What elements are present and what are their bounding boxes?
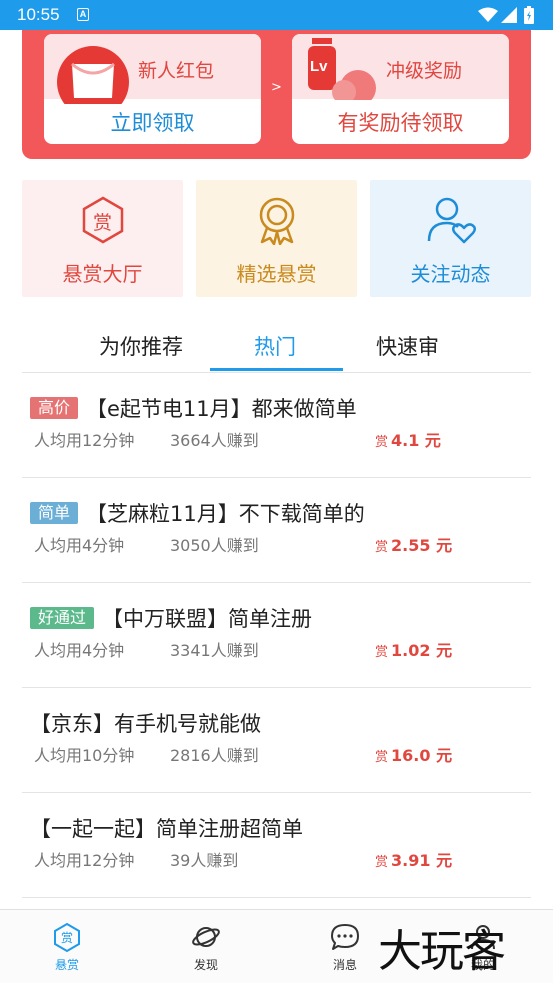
reward-hall-tile[interactable]: 赏 悬赏大厅 [22, 180, 183, 297]
task-avg-time: 人均用12分钟 [34, 431, 135, 450]
task-reward: 赏 3.91 元 [375, 847, 452, 871]
reward-prefix: 赏 [375, 435, 389, 450]
task-reward: 赏 1.02 元 [375, 637, 452, 661]
reward-prefix: 赏 [375, 645, 389, 660]
reward-hall-label: 悬赏大厅 [62, 262, 143, 286]
status-bar: 10:55 A [0, 0, 553, 30]
task-row[interactable]: 高价 【e起节电11月】都来做简单人均用12分钟 3664人赚到 赏 4.1 元 [22, 373, 531, 478]
claim-now-link[interactable]: 立即领取 [44, 107, 261, 137]
reward-prefix: 赏 [375, 855, 389, 870]
task-reward: 赏 16.0 元 [375, 742, 452, 766]
task-title: 【一起一起】简单注册超简单 [30, 817, 303, 841]
status-time: 10:55 [17, 5, 60, 24]
task-earned-count: 3664人赚到 [170, 431, 259, 450]
reward-amount: 2.55 元 [391, 536, 453, 555]
task-badge: 好通过 [30, 607, 95, 629]
task-row[interactable]: 【京东】有手机号就能做人均用10分钟 2816人赚到 赏 16.0 元 [22, 688, 531, 793]
task-earned-count: 3050人赚到 [170, 536, 259, 555]
level-up-reward-title: 冲级奖励 [386, 60, 463, 82]
task-row[interactable]: 【一起一起】简单注册超简单人均用12分钟 39人赚到 赏 3.91 元 [22, 793, 531, 898]
nav-discover-label: 发现 [193, 958, 218, 972]
task-earned-count: 3341人赚到 [170, 641, 259, 660]
new-user-redpacket-title: 新人红包 [138, 60, 215, 82]
task-title: 【京东】有手机号就能做 [30, 712, 261, 736]
active-tab-indicator [210, 368, 343, 371]
reward-amount: 3.91 元 [391, 851, 453, 870]
chat-bubble-icon [331, 924, 359, 950]
planet-icon [192, 927, 220, 947]
level-up-reward-card[interactable]: Lv 冲级奖励 有奖励待领取 [292, 34, 509, 144]
reward-amount: 16.0 元 [391, 746, 453, 765]
tab-fast-review[interactable]: 快速审 [376, 331, 439, 361]
reward-prefix: 赏 [375, 750, 389, 765]
tab-recommended[interactable]: 为你推荐 [99, 331, 183, 361]
task-row[interactable]: 简单 【芝麻粒11月】不下载简单的人均用4分钟 3050人赚到 赏 2.55 元 [22, 478, 531, 583]
nav-discover[interactable]: 发现 [151, 910, 261, 984]
reward-banner: 新人红包 立即领取 > Lv 冲级奖励 有奖励待领取 [22, 30, 531, 159]
follow-updates-label: 关注动态 [410, 262, 491, 286]
reward-amount: 1.02 元 [391, 641, 453, 660]
tab-hot[interactable]: 热门 [254, 331, 296, 361]
pending-reward-link[interactable]: 有奖励待领取 [292, 107, 509, 137]
task-avg-time: 人均用10分钟 [34, 746, 135, 765]
redpacket-icon [57, 46, 129, 104]
chevron-right-icon: > [271, 80, 282, 95]
task-badge: 简单 [30, 502, 79, 524]
task-earned-count: 39人赚到 [170, 851, 239, 870]
task-reward: 赏 4.1 元 [375, 427, 441, 451]
task-avg-time: 人均用12分钟 [34, 851, 135, 870]
task-reward: 赏 2.55 元 [375, 532, 452, 556]
nav-reward-label: 悬赏 [54, 958, 79, 972]
task-tabs: 为你推荐 热门 快速审 [22, 325, 531, 373]
task-row[interactable]: 好通过 【中万联盟】简单注册人均用4分钟 3341人赚到 赏 1.02 元 [22, 583, 531, 688]
featured-rewards-label: 精选悬赏 [236, 262, 317, 286]
reward-amount: 4.1 元 [391, 431, 441, 450]
battery-icon [524, 6, 534, 24]
medal-icon [259, 197, 295, 245]
reward-icon-text: 赏 [60, 931, 73, 945]
follow-user-icon [427, 197, 476, 244]
task-badge: 高价 [30, 397, 79, 419]
level-badge-text: Lv [310, 58, 328, 75]
task-avg-time: 人均用4分钟 [34, 536, 125, 555]
task-title: 【中万联盟】简单注册 [102, 607, 313, 631]
task-avg-time: 人均用4分钟 [34, 641, 125, 660]
task-title: 【芝麻粒11月】不下载简单的 [86, 502, 365, 526]
reward-hall-icon-text: 赏 [92, 212, 112, 234]
featured-rewards-tile[interactable]: 精选悬赏 [196, 180, 357, 297]
task-earned-count: 2816人赚到 [170, 746, 259, 765]
follow-updates-tile[interactable]: 关注动态 [370, 180, 531, 297]
new-user-redpacket-card[interactable]: 新人红包 立即领取 [44, 34, 261, 144]
sim-icon: A [77, 8, 89, 21]
wifi-icon [478, 7, 498, 22]
reward-prefix: 赏 [375, 540, 389, 555]
signal-icon [501, 7, 517, 23]
nav-reward[interactable]: 赏 悬赏 [12, 910, 122, 984]
watermark-text: 大玩客 [378, 926, 506, 977]
task-title: 【e起节电11月】都来做简单 [86, 397, 357, 421]
